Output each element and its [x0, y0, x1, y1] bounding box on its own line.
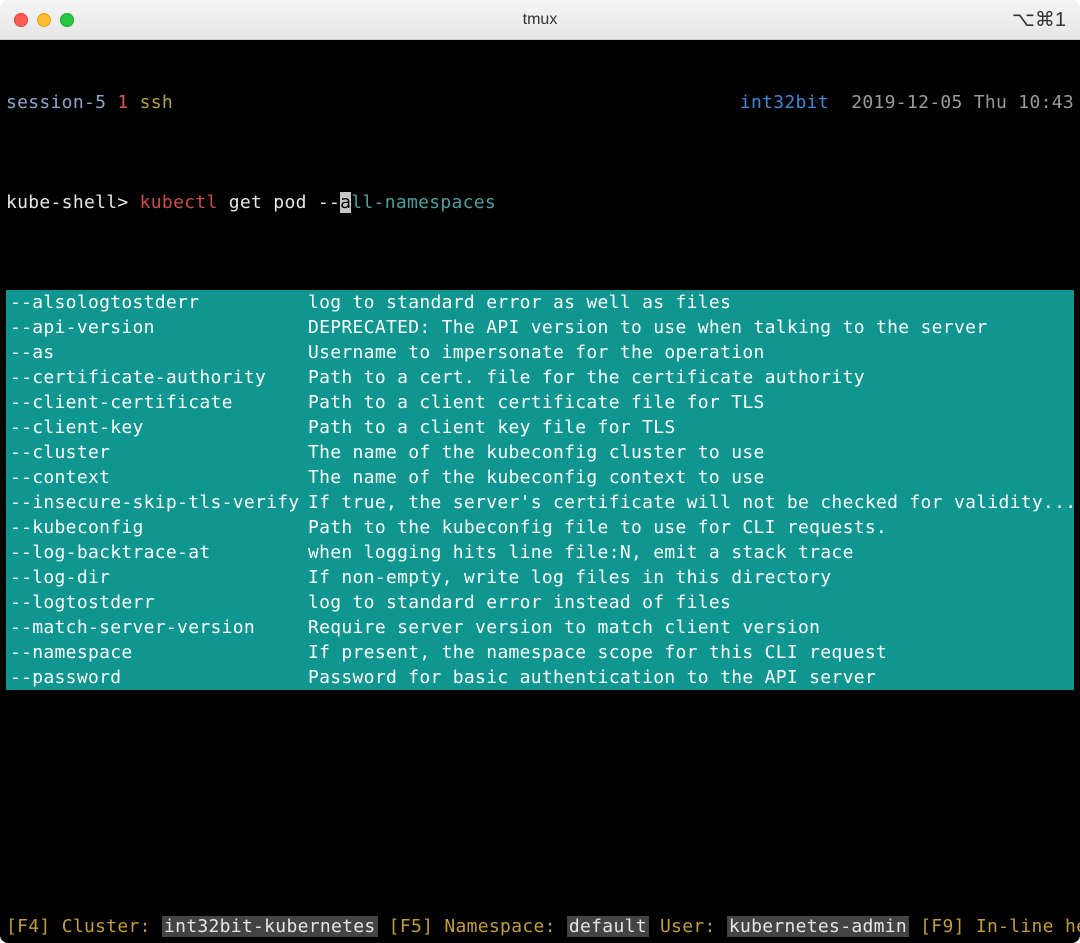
- flag-description: Require server version to match client v…: [308, 615, 1074, 640]
- flag-name: --log-dir: [6, 565, 308, 590]
- user-value: kubernetes-admin: [727, 916, 909, 937]
- flag-description: Username to impersonate for the operatio…: [308, 340, 1074, 365]
- titlebar: tmux ⌥⌘1: [0, 0, 1080, 40]
- tmux-session-right: int32bit 2019-12-05 Thu 10:43: [740, 90, 1074, 115]
- autocomplete-popup[interactable]: --alsologtostderrlog to standard error a…: [6, 290, 1074, 690]
- flag-name: --context: [6, 465, 308, 490]
- terminal-area[interactable]: session-5 1 ssh int32bit 2019-12-05 Thu …: [0, 40, 1080, 943]
- flag-description: The name of the kubeconfig context to us…: [308, 465, 1074, 490]
- autocomplete-row[interactable]: --client-keyPath to a client key file fo…: [6, 415, 1074, 440]
- flag-description: log to standard error as well as files: [308, 290, 1074, 315]
- prompt-line[interactable]: kube-shell> kubectl get pod --all-namesp…: [0, 190, 1080, 215]
- shell-prompt: kube-shell>: [6, 192, 140, 213]
- autocomplete-row[interactable]: --passwordPassword for basic authenticat…: [6, 665, 1074, 690]
- autocomplete-row[interactable]: --client-certificatePath to a client cer…: [6, 390, 1074, 415]
- flag-name: --kubeconfig: [6, 515, 308, 540]
- cluster-label: Cluster:: [51, 916, 162, 937]
- flag-description: If present, the namespace scope for this…: [308, 640, 1074, 665]
- flag-name: --match-server-version: [6, 615, 308, 640]
- flag-name: --log-backtrace-at: [6, 540, 308, 565]
- terminal-window: tmux ⌥⌘1 session-5 1 ssh int32bit 2019-1…: [0, 0, 1080, 943]
- flag-name: --insecure-skip-tls-verify: [6, 490, 308, 515]
- flag-name: --client-certificate: [6, 390, 308, 415]
- traffic-lights: [14, 13, 74, 27]
- flag-name: --api-version: [6, 315, 308, 340]
- help-label: In-line help:: [965, 916, 1080, 937]
- window-title: tmux: [0, 11, 1080, 29]
- f4-key: [F4]: [6, 916, 51, 937]
- window-name: ssh: [140, 92, 173, 113]
- session-label: session-5: [6, 92, 106, 113]
- autocomplete-row[interactable]: --certificate-authorityPath to a cert. f…: [6, 365, 1074, 390]
- flag-description: when logging hits line file:N, emit a st…: [308, 540, 1074, 565]
- flag-name: --cluster: [6, 440, 308, 465]
- autocomplete-row[interactable]: --insecure-skip-tls-verifyIf true, the s…: [6, 490, 1074, 515]
- autocomplete-row[interactable]: --log-backtrace-atwhen logging hits line…: [6, 540, 1074, 565]
- autocomplete-row[interactable]: --log-dirIf non-empty, write log files i…: [6, 565, 1074, 590]
- window-shortcut: ⌥⌘1: [1012, 7, 1066, 32]
- cluster-value: int32bit-kubernetes: [162, 916, 378, 937]
- flag-name: --alsologtostderr: [6, 290, 308, 315]
- cursor: a: [340, 192, 351, 213]
- flag-name: --as: [6, 340, 308, 365]
- user-label: User:: [649, 916, 727, 937]
- flag-name: --password: [6, 665, 308, 690]
- autocomplete-row[interactable]: --logtostderrlog to standard error inste…: [6, 590, 1074, 615]
- datetime-label: 2019-12-05 Thu 10:43: [851, 92, 1074, 113]
- autocomplete-row[interactable]: --match-server-versionRequire server ver…: [6, 615, 1074, 640]
- flag-name: --namespace: [6, 640, 308, 665]
- flag-description: Path to the kubeconfig file to use for C…: [308, 515, 1074, 540]
- autocomplete-row[interactable]: --api-versionDEPRECATED: The API version…: [6, 315, 1074, 340]
- flag-description: The name of the kubeconfig cluster to us…: [308, 440, 1074, 465]
- autocomplete-row[interactable]: --contextThe name of the kubeconfig cont…: [6, 465, 1074, 490]
- bottom-toolbar: [F4] Cluster: int32bit-kubernetes [F5] N…: [0, 914, 1080, 939]
- tmux-session-left: session-5 1 ssh: [6, 90, 173, 115]
- flag-description: DEPRECATED: The API version to use when …: [308, 315, 1074, 340]
- flag-description: If non-empty, write log files in this di…: [308, 565, 1074, 590]
- host-label: int32bit: [740, 92, 829, 113]
- autocomplete-row[interactable]: --clusterThe name of the kubeconfig clus…: [6, 440, 1074, 465]
- f5-key: [F5]: [378, 916, 434, 937]
- autocomplete-row[interactable]: --alsologtostderrlog to standard error a…: [6, 290, 1074, 315]
- flag-description: Path to a client key file for TLS: [308, 415, 1074, 440]
- namespace-value: default: [567, 916, 649, 937]
- autocomplete-row[interactable]: --asUsername to impersonate for the oper…: [6, 340, 1074, 365]
- minimize-icon[interactable]: [37, 13, 51, 27]
- autocomplete-row[interactable]: --namespaceIf present, the namespace sco…: [6, 640, 1074, 665]
- close-icon[interactable]: [14, 13, 28, 27]
- flag-description: Path to a cert. file for the certificate…: [308, 365, 1074, 390]
- namespace-label: Namespace:: [433, 916, 567, 937]
- flag-description: Password for basic authentication to the…: [308, 665, 1074, 690]
- f9-key: [F9]: [909, 916, 965, 937]
- flag-name: --logtostderr: [6, 590, 308, 615]
- command-args-pre: get pod --: [218, 192, 341, 213]
- flag-name: --certificate-authority: [6, 365, 308, 390]
- autocomplete-suffix: ll-namespaces: [351, 192, 496, 213]
- window-index: 1: [117, 92, 128, 113]
- autocomplete-row[interactable]: --kubeconfigPath to the kubeconfig file …: [6, 515, 1074, 540]
- tmux-status-bar: session-5 1 ssh int32bit 2019-12-05 Thu …: [0, 90, 1080, 115]
- maximize-icon[interactable]: [60, 13, 74, 27]
- flag-description: If true, the server's certificate will n…: [308, 490, 1074, 515]
- flag-name: --client-key: [6, 415, 308, 440]
- flag-description: Path to a client certificate file for TL…: [308, 390, 1074, 415]
- command-token: kubectl: [140, 192, 218, 213]
- flag-description: log to standard error instead of files: [308, 590, 1074, 615]
